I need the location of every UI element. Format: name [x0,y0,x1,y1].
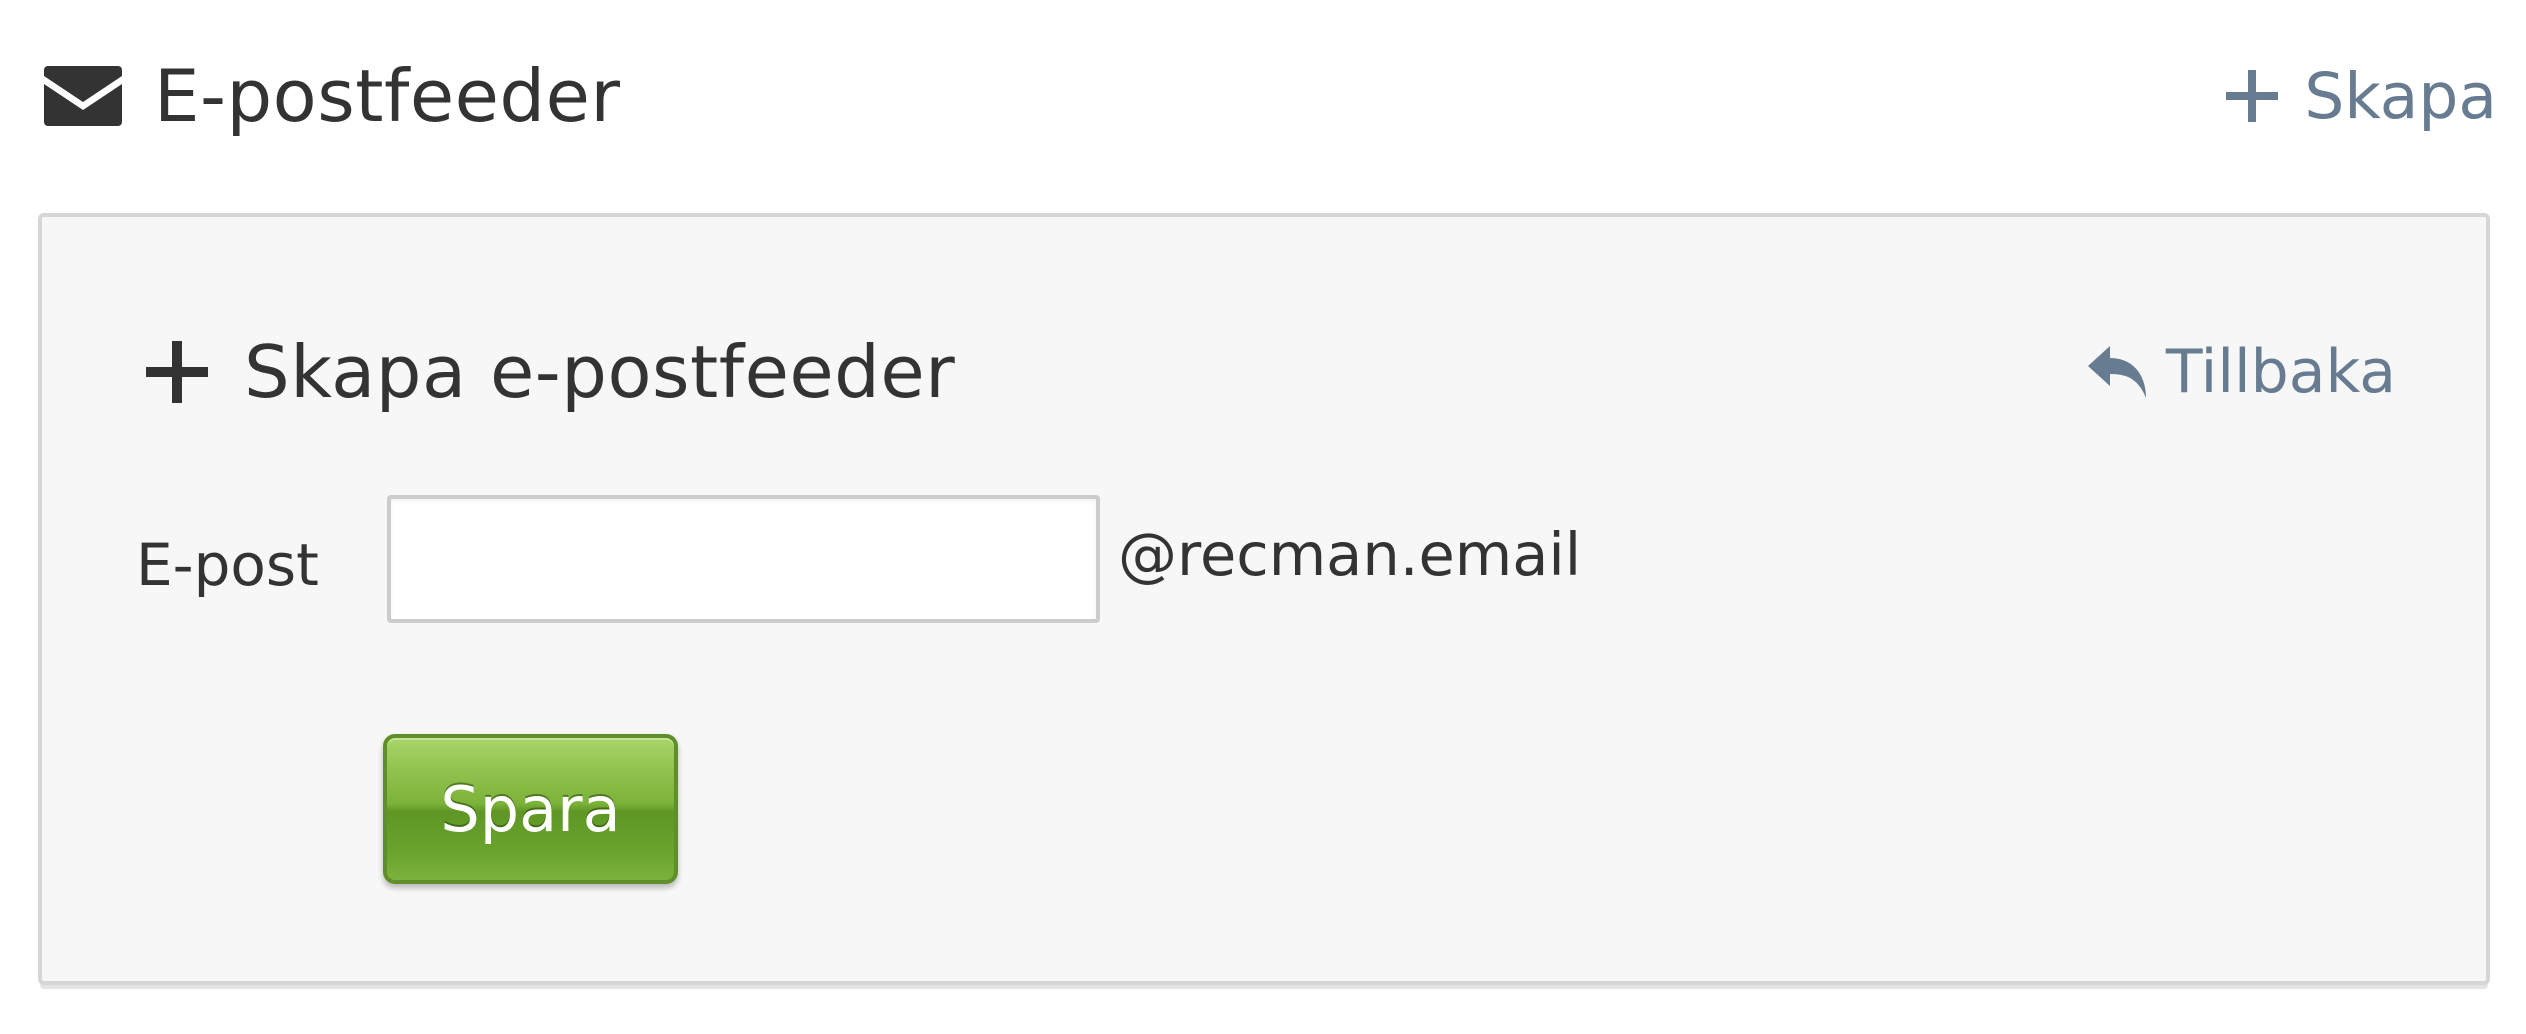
reply-icon [2087,346,2146,398]
plus-icon [146,341,208,403]
email-form-row: E-post @recman.email [136,495,1736,623]
back-link-label: Tillbaka [2165,337,2396,407]
create-link-label: Skapa [2304,59,2497,133]
plus-icon [2226,70,2279,122]
envelope-icon [44,66,122,126]
create-email-feed-panel: Skapa e-postfeeder Tillbaka E-post @recm… [38,213,2490,985]
panel-title-group: Skapa e-postfeeder [146,317,955,427]
back-link[interactable]: Tillbaka [2086,317,2396,427]
panel-title: Skapa e-postfeeder [244,330,956,414]
create-link[interactable]: Skapa [2226,36,2497,156]
email-domain-suffix: @recman.email [1118,520,1582,589]
email-label: E-post [136,531,319,599]
page-title-group: E-postfeeder [44,36,621,156]
page-title: E-postfeeder [154,54,621,138]
panel-header: Skapa e-postfeeder Tillbaka [146,317,2396,427]
save-button[interactable]: Spara [383,734,678,884]
page-header: E-postfeeder Skapa [44,36,2497,156]
email-input[interactable] [387,495,1100,623]
